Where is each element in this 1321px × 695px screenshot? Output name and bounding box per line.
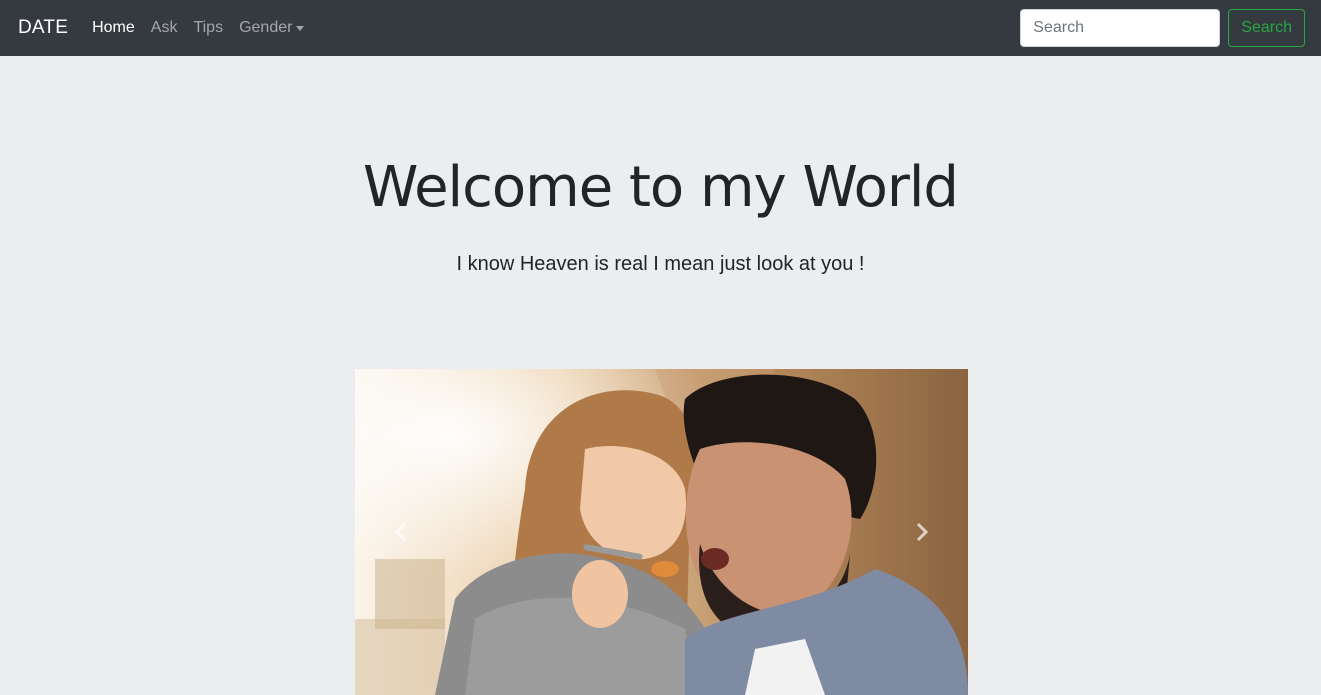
search-input[interactable] (1020, 9, 1221, 47)
navbar: DATE Home Ask Tips Gender Search (0, 0, 1321, 56)
carousel-next-button[interactable] (876, 369, 968, 695)
brand-logo[interactable]: DATE (18, 17, 68, 39)
nav-link-home[interactable]: Home (92, 19, 135, 37)
image-carousel (355, 369, 968, 695)
nav-link-ask[interactable]: Ask (151, 19, 178, 37)
page-subtitle: I know Heaven is real I mean just look a… (456, 253, 865, 275)
nav-dropdown-gender-label: Gender (239, 19, 293, 36)
page-title: Welcome to my World (363, 155, 959, 220)
carousel-prev-button[interactable] (355, 369, 447, 695)
chevron-right-icon (916, 522, 929, 542)
search-button[interactable]: Search (1228, 9, 1305, 47)
chevron-left-icon (394, 522, 407, 542)
caret-down-icon (296, 26, 305, 31)
nav-dropdown-gender[interactable]: Gender (239, 19, 305, 37)
nav-link-tips[interactable]: Tips (193, 19, 223, 37)
